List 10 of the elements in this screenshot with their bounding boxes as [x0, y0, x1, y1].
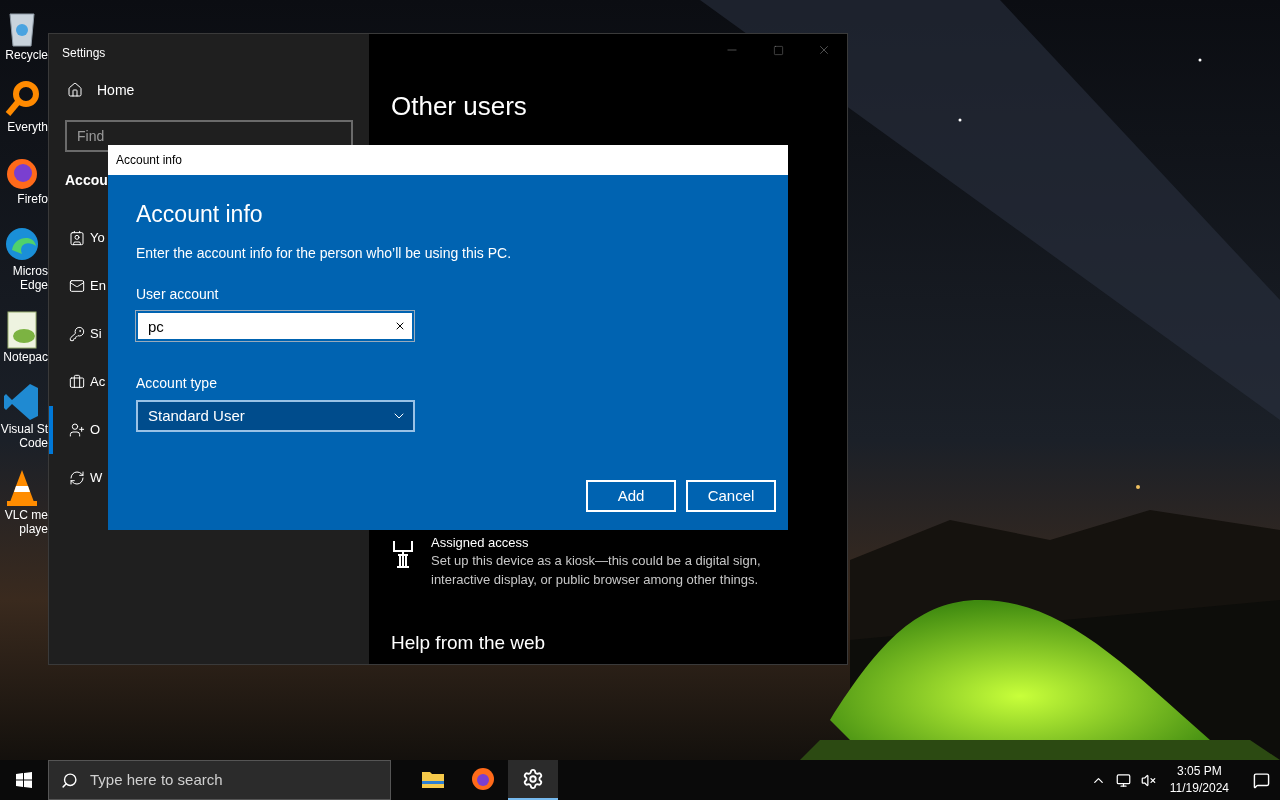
field-label: Account type [136, 374, 218, 393]
field-label: User account [136, 285, 220, 304]
window-title: Settings [61, 45, 107, 62]
section-heading: Help from the web [391, 631, 547, 655]
dialog-title: Account info [116, 152, 183, 169]
dialog-description: Enter the account info for the person who’ll be using this PC. [136, 244, 513, 263]
assigned-access-description: Set up this device as a kiosk—this could be a digital sign, interactive display, or public browser among other things. [431, 552, 762, 589]
section-heading: Accou [64, 171, 109, 190]
dialog-heading: Account info [136, 200, 264, 229]
page-heading: Other users [391, 90, 528, 123]
